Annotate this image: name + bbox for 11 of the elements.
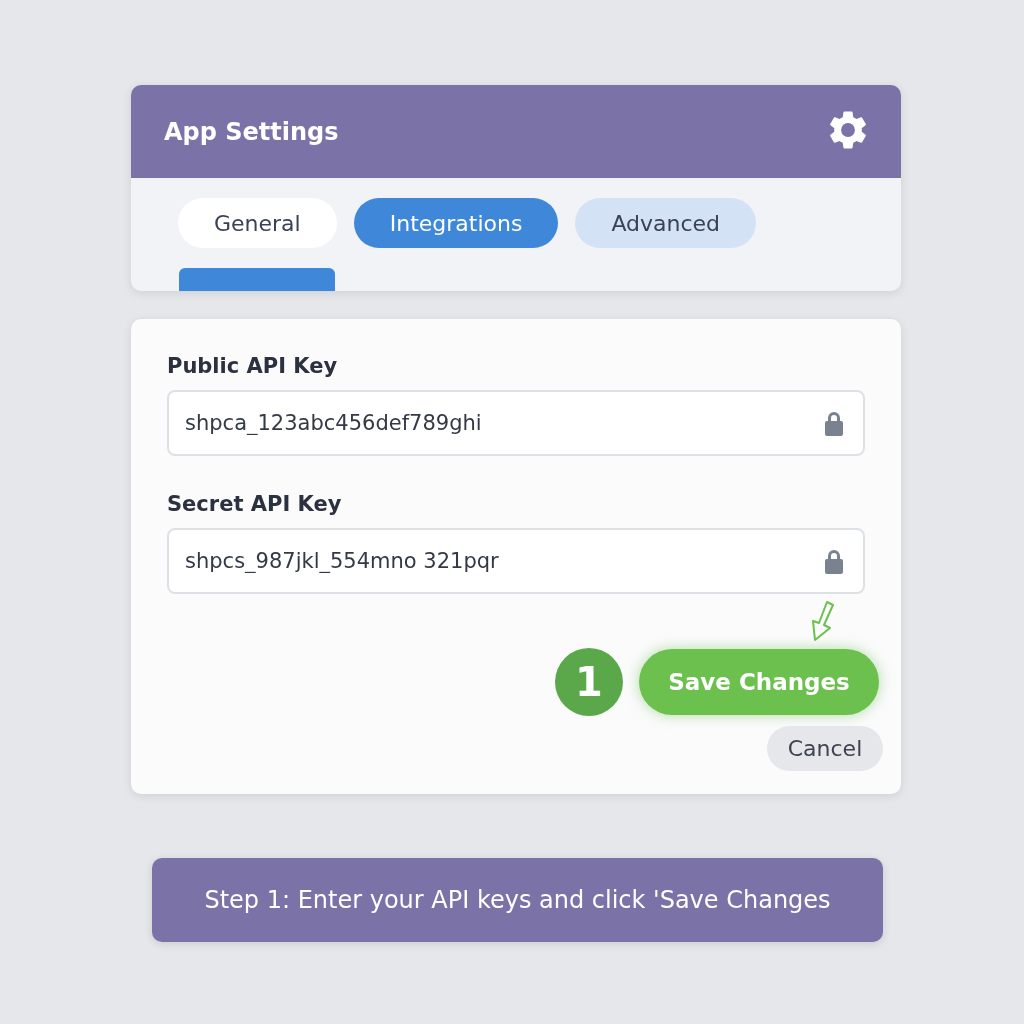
instruction-banner: Step 1: Enter your API keys and click 'Save Changes bbox=[152, 858, 883, 942]
step-badge: 1 bbox=[555, 648, 623, 716]
tab[interactable]: Integrations bbox=[353, 198, 559, 248]
input-field[interactable]: shpca_123abc456def789ghi bbox=[167, 390, 865, 456]
input-field[interactable]: shpcs_987jkl_554mno 321pqr bbox=[167, 528, 865, 594]
cancel-button[interactable]: Cancel bbox=[767, 726, 883, 771]
tab[interactable]: Advanced bbox=[575, 198, 757, 248]
tab[interactable]: General bbox=[178, 198, 337, 248]
field-label: Secret API Key bbox=[167, 492, 343, 516]
window-title: App Settings bbox=[164, 117, 339, 146]
field-label: Public API Key bbox=[167, 354, 339, 378]
